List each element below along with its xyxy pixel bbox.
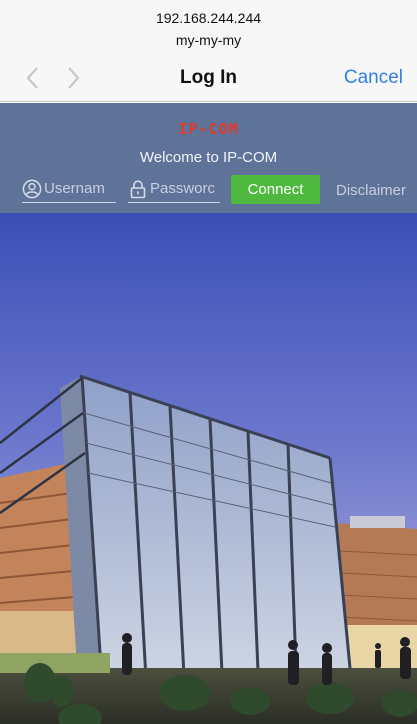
address-host: 192.168.244.244: [155, 10, 262, 26]
portal-banner: IP-COM Welcome to IP-COM Connect Disclai…: [0, 103, 417, 213]
connect-button[interactable]: Connect: [231, 175, 320, 204]
password-input[interactable]: [148, 180, 220, 197]
lock-icon: [130, 179, 146, 198]
building-illustration: [0, 213, 417, 724]
password-field: [128, 175, 220, 203]
brand-logo: IP-COM: [178, 120, 239, 138]
cancel-button[interactable]: Cancel: [344, 67, 403, 89]
disclaimer-link[interactable]: Disclaimer: [336, 182, 406, 199]
hero-image: [0, 213, 417, 724]
username-field: [22, 175, 116, 203]
network-name: my-my-my: [175, 32, 242, 48]
user-icon: [22, 179, 42, 198]
captive-portal-sheet: 192.168.244.244 my-my-my Log In Cancel I…: [0, 0, 417, 724]
username-input[interactable]: [42, 180, 116, 197]
welcome-text: Welcome to IP-COM: [139, 149, 278, 166]
address-bar: 192.168.244.244 my-my-my: [0, 0, 417, 56]
navigation-bar: Log In Cancel: [0, 56, 417, 102]
